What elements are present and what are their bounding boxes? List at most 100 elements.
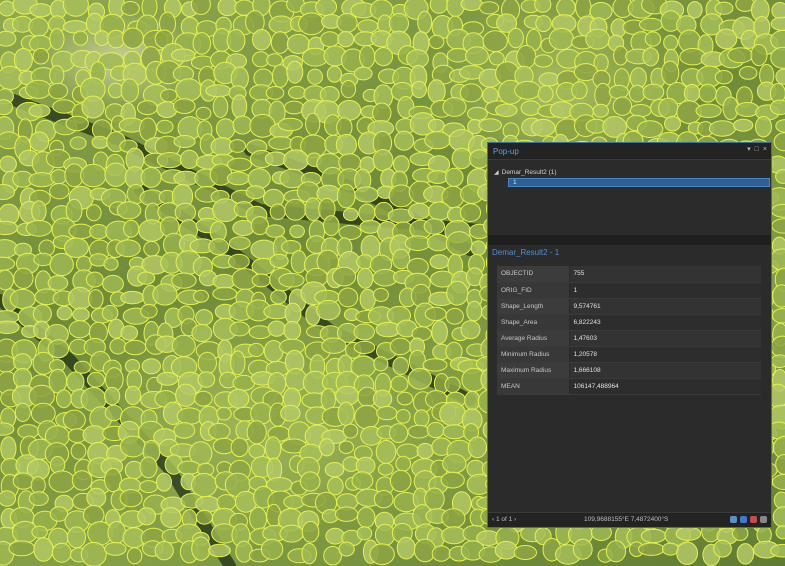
tree-crown-outline: [459, 203, 482, 223]
tree-crown-outline: [773, 132, 785, 152]
tree-crown-outline: [358, 203, 376, 223]
tree-crown-outline: [572, 538, 593, 560]
restore-icon[interactable]: □: [755, 146, 759, 154]
pin-icon[interactable]: ▾: [747, 146, 751, 154]
tree-crown-outline: [354, 186, 379, 203]
tree-crown-outline: [56, 305, 73, 321]
tree-crown-outline: [101, 304, 119, 322]
tree-crown-outline: [228, 253, 250, 270]
tree-crown-outline: [152, 283, 178, 306]
tree-crown-outline: [428, 34, 445, 50]
tree-crown-outline: [171, 334, 196, 357]
tree-crown-outline: [638, 542, 665, 556]
tree-crown-outline: [428, 201, 451, 221]
tree-crown-outline: [376, 405, 398, 421]
tree-crown-outline: [395, 409, 411, 424]
footer-icons: [730, 516, 767, 523]
tree-crown-outline: [195, 309, 214, 326]
tree-crown-outline: [137, 507, 157, 526]
tree-crown-outline: [68, 320, 91, 339]
tree-crown-outline: [268, 136, 294, 150]
tree-crown-outline: [534, 0, 552, 13]
tree-crown-outline: [769, 99, 785, 116]
attribute-key: ORIG_FID: [497, 282, 570, 299]
attribute-key: Maximum Radius: [497, 362, 570, 379]
tree-crown-outline: [103, 257, 119, 271]
tree-crown-outline: [316, 299, 341, 321]
tree-crown-outline: [426, 421, 445, 439]
tree-crown-outline: [431, 545, 451, 562]
tree-crown-outline: [288, 85, 307, 100]
tree-crown-outline: [195, 495, 221, 513]
tree-crown-outline: [25, 79, 52, 99]
tree-crown-outline: [359, 288, 376, 311]
tree-crown-outline: [771, 2, 785, 20]
tree-crown-outline: [119, 489, 143, 508]
tree-crown-outline: [514, 80, 541, 100]
tree-crown-outline: [427, 79, 446, 104]
tree-crown-outline: [228, 236, 251, 250]
tree-crown-outline: [332, 266, 357, 287]
tree-crown-outline: [80, 541, 107, 566]
tree-crown-outline: [319, 438, 335, 457]
tree-crown-outline: [374, 523, 396, 547]
tree-crown-outline: [48, 82, 69, 100]
tree-crown-outline: [104, 386, 121, 406]
flash-icon[interactable]: [740, 516, 747, 523]
attribute-row: ORIG_FID 1: [497, 282, 761, 299]
attribute-value: 1,47603: [569, 330, 761, 347]
tree-crown-outline: [375, 439, 397, 464]
remove-icon[interactable]: [750, 516, 757, 523]
tree-crown-outline: [230, 350, 246, 376]
attribute-row: MEAN 106147,488964: [497, 378, 761, 395]
search-icon[interactable]: [760, 516, 767, 523]
tree-crown-outline: [32, 47, 50, 65]
popup-divider: [488, 235, 771, 245]
tree-crown-outline: [424, 306, 447, 321]
tree-crown-outline: [698, 83, 717, 103]
tree-crown-outline: [215, 118, 236, 140]
attribute-key: Average Radius: [497, 330, 570, 347]
attribute-key: OBJECTID: [497, 266, 570, 283]
tree-crown-outline: [124, 385, 142, 406]
tree-crown-outline: [642, 83, 665, 101]
tree-crown-outline: [773, 491, 785, 509]
tree-crown-outline: [14, 402, 31, 422]
tree-crown-outline: [395, 455, 412, 472]
tree-crown-outline: [140, 303, 158, 319]
tree-crown-outline: [0, 220, 18, 236]
tree-crown-outline: [738, 66, 758, 80]
tree-crown-outline: [289, 224, 305, 239]
tree-crown-outline: [340, 80, 357, 99]
tree-crown-outline: [267, 320, 286, 337]
tree-crown-outline: [408, 202, 431, 220]
tree-crown-outline: [156, 472, 172, 492]
tree-crown-outline: [298, 12, 325, 36]
tree-crown-outline: [160, 507, 182, 528]
tree-crown-outline: [62, 409, 86, 431]
tree-crown-outline: [413, 409, 430, 428]
zoom-to-icon[interactable]: [730, 516, 737, 523]
tree-crown-outline: [687, 1, 703, 19]
tree-crown-outline: [80, 163, 107, 188]
tree-crown-outline: [154, 540, 174, 561]
feature-nav[interactable]: ‹ 1 of 1 ›: [492, 516, 516, 523]
attribute-value: 106147,488964: [569, 378, 761, 395]
tree-crown-outline: [355, 456, 376, 475]
tree-layer-row[interactable]: ◢ Demar_Result2 (1): [494, 169, 557, 176]
tree-crown-outline: [422, 358, 448, 372]
tree-crown-outline: [212, 273, 236, 290]
tree-crown-outline: [441, 526, 467, 545]
expand-triangle-icon[interactable]: ◢: [494, 169, 499, 176]
popup-window[interactable]: Pop-up ▾ □ × ◢ Demar_Result2 (1) 1 Demar…: [487, 142, 772, 528]
tree-crown-outline: [109, 338, 127, 355]
popup-titlebar[interactable]: Pop-up ▾ □ ×: [488, 143, 771, 160]
tree-crown-outline: [283, 320, 302, 341]
tree-crown-outline: [173, 135, 196, 148]
tree-feature-selected[interactable]: 1: [508, 178, 770, 187]
tree-crown-outline: [323, 215, 340, 237]
close-icon[interactable]: ×: [763, 146, 767, 154]
tree-crown-outline: [270, 31, 290, 54]
tree-crown-outline: [357, 19, 379, 34]
tree-crown-outline: [470, 240, 487, 256]
